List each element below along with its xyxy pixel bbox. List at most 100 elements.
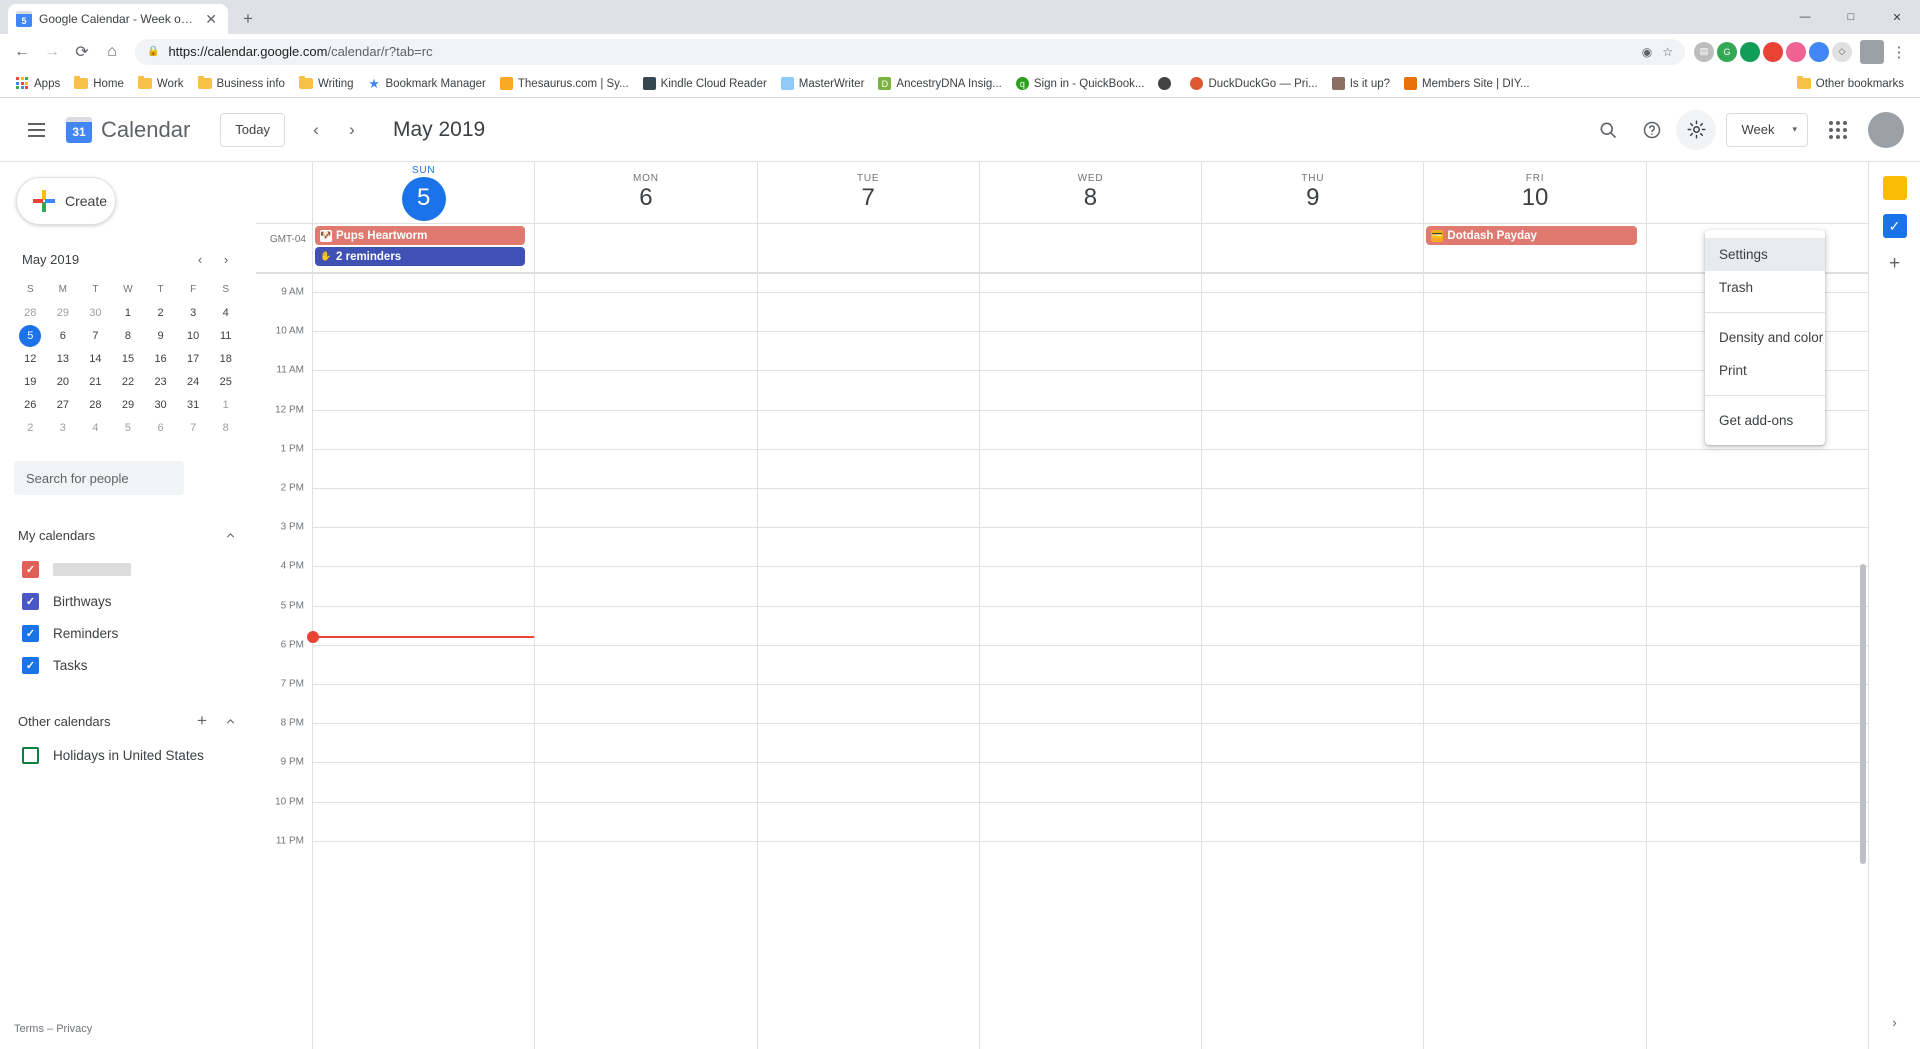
extension-grey-icon[interactable]: ◇: [1832, 41, 1852, 62]
all-day-cell-wed[interactable]: [978, 224, 1201, 272]
day-header-tue[interactable]: TUE 7: [756, 162, 979, 223]
extension-note-icon[interactable]: ▤: [1694, 41, 1714, 62]
bookmark-bookmark-manager[interactable]: ★ Bookmark Manager: [362, 74, 492, 93]
search-people-input[interactable]: [14, 461, 184, 495]
expand-panel-icon[interactable]: ›: [1882, 1009, 1908, 1035]
previous-week-icon[interactable]: ‹: [299, 113, 333, 147]
collapse-chevron-icon[interactable]: [218, 523, 242, 547]
bookmark-thesaurus[interactable]: Thesaurus.com | Sy...: [494, 74, 635, 93]
scrollbar-thumb[interactable]: [1860, 564, 1866, 864]
all-day-cell-mon[interactable]: [534, 224, 756, 272]
avatar[interactable]: [1868, 111, 1904, 148]
mini-cal-day[interactable]: 18: [209, 348, 242, 370]
mini-cal-day[interactable]: 3: [177, 302, 210, 324]
checkbox-checked[interactable]: ✓: [22, 624, 39, 642]
extension-blue-icon[interactable]: [1809, 41, 1829, 62]
mini-cal-day[interactable]: 25: [209, 371, 242, 393]
mini-cal-day[interactable]: 7: [177, 417, 210, 439]
add-calendar-icon[interactable]: +: [190, 709, 214, 733]
calendar-item-holidays[interactable]: Holidays in United States: [0, 739, 256, 771]
mini-cal-day[interactable]: 6: [47, 325, 80, 347]
bookmark-quickbooks[interactable]: q Sign in - QuickBook...: [1010, 74, 1151, 93]
calendar-item-tasks[interactable]: ✓ Tasks: [0, 649, 256, 681]
menu-item-get-add-ons[interactable]: Get add-ons: [1705, 404, 1825, 437]
my-calendars-header[interactable]: My calendars: [0, 517, 256, 553]
mini-cal-day[interactable]: 9: [144, 325, 177, 347]
mini-cal-day[interactable]: 27: [47, 394, 80, 416]
day-column-tue[interactable]: [756, 274, 979, 1049]
day-column-fri[interactable]: [1423, 274, 1645, 1049]
mini-cal-day[interactable]: 29: [47, 302, 80, 324]
other-bookmarks-folder[interactable]: Other bookmarks: [1791, 75, 1910, 93]
all-day-cell-thu[interactable]: [1201, 224, 1423, 272]
all-day-cell-tue[interactable]: [756, 224, 979, 272]
today-button[interactable]: Today: [220, 112, 285, 147]
all-day-cell-fri[interactable]: 💳 Dotdash Payday: [1423, 224, 1645, 272]
mini-cal-day[interactable]: 16: [144, 348, 177, 370]
mini-next-month-icon[interactable]: ›: [214, 247, 238, 271]
mini-cal-day[interactable]: 8: [209, 417, 242, 439]
settings-gear-icon[interactable]: [1676, 109, 1717, 150]
bookmark-ancestrydna[interactable]: D AncestryDNA Insig...: [872, 74, 1007, 93]
menu-item-settings[interactable]: Settings: [1705, 238, 1825, 271]
bookmark-business-info[interactable]: Business info: [192, 75, 291, 93]
tasks-icon[interactable]: ✓: [1882, 214, 1907, 238]
mini-cal-day[interactable]: 4: [209, 302, 242, 324]
privacy-link[interactable]: Privacy: [56, 1023, 92, 1035]
mini-cal-day[interactable]: 2: [144, 302, 177, 324]
reload-icon[interactable]: ⟳: [68, 38, 96, 66]
bookmark-star-icon[interactable]: ☆: [1662, 45, 1673, 59]
day-header-thu[interactable]: THU 9: [1201, 162, 1423, 223]
bookmark-kindle-cloud-reader[interactable]: Kindle Cloud Reader: [637, 74, 773, 93]
bookmark-home[interactable]: Home: [68, 75, 130, 93]
bookmark-masterwriter[interactable]: MasterWriter: [775, 74, 871, 93]
event-chip-reminders[interactable]: ✋ 2 reminders: [315, 247, 526, 266]
day-column-thu[interactable]: [1201, 274, 1423, 1049]
forward-icon[interactable]: →: [38, 38, 66, 66]
mini-cal-day[interactable]: 20: [47, 371, 80, 393]
mini-cal-day[interactable]: 1: [209, 394, 242, 416]
close-tab-icon[interactable]: ✕: [202, 11, 220, 28]
mini-cal-day[interactable]: 24: [177, 371, 210, 393]
eye-icon[interactable]: ◉: [1642, 45, 1652, 59]
hamburger-icon[interactable]: [16, 110, 56, 150]
mini-cal-day[interactable]: 13: [47, 348, 80, 370]
google-apps-icon[interactable]: [1818, 110, 1858, 150]
day-header-fri[interactable]: FRI 10: [1423, 162, 1645, 223]
minimize-button[interactable]: —: [1782, 0, 1828, 34]
mini-cal-day[interactable]: 31: [177, 394, 210, 416]
calendar-item-birthdays[interactable]: ✓ Birthways: [0, 585, 256, 617]
close-window-button[interactable]: ✕: [1874, 0, 1920, 34]
day-header-sat[interactable]: [1645, 162, 1868, 223]
mini-cal-day[interactable]: 17: [177, 348, 210, 370]
profile-avatar[interactable]: [1860, 39, 1884, 64]
all-day-cell-sun[interactable]: 🐶 Pups Heartworm ✋ 2 reminders: [312, 224, 534, 272]
view-selector[interactable]: Week ▾: [1726, 112, 1808, 147]
mini-cal-day[interactable]: 28: [79, 394, 112, 416]
collapse-chevron-icon[interactable]: [218, 709, 242, 733]
help-icon[interactable]: [1632, 110, 1672, 150]
mini-cal-day[interactable]: 21: [79, 371, 112, 393]
bookmark-work[interactable]: Work: [132, 75, 190, 93]
mini-cal-day[interactable]: 28: [14, 302, 47, 324]
day-column-sun[interactable]: [312, 274, 534, 1049]
checkbox-unchecked[interactable]: [22, 746, 39, 764]
calendar-item-reminders[interactable]: ✓ Reminders: [0, 617, 256, 649]
mini-cal-day[interactable]: 3: [47, 417, 80, 439]
mini-cal-day[interactable]: 6: [144, 417, 177, 439]
new-tab-button[interactable]: +: [234, 5, 262, 33]
menu-item-trash[interactable]: Trash: [1705, 271, 1825, 304]
mini-cal-day[interactable]: 23: [144, 371, 177, 393]
extension-green-dot-icon[interactable]: [1740, 41, 1760, 62]
mini-cal-day[interactable]: 8: [112, 325, 145, 347]
mini-cal-day[interactable]: 30: [79, 302, 112, 324]
menu-item-density-and-color[interactable]: Density and color: [1705, 321, 1825, 354]
create-button[interactable]: Create: [16, 177, 116, 225]
mini-cal-day[interactable]: 5: [112, 417, 145, 439]
checkbox-checked[interactable]: ✓: [22, 656, 39, 674]
mini-cal-day[interactable]: 30: [144, 394, 177, 416]
add-addon-icon[interactable]: +: [1883, 252, 1907, 276]
home-icon[interactable]: ⌂: [98, 38, 126, 66]
checkbox-checked[interactable]: ✓: [22, 592, 39, 610]
terms-link[interactable]: Terms: [14, 1023, 44, 1035]
